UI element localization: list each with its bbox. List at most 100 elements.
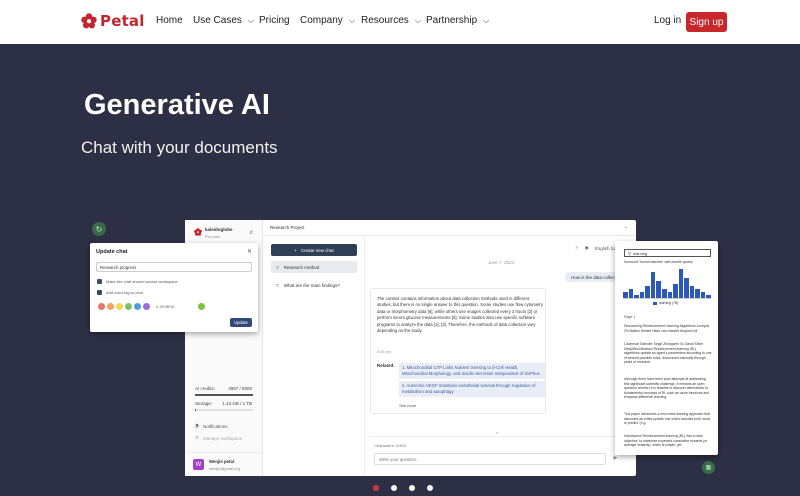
selected-color-swatch — [198, 303, 206, 310]
nav-company-label: Company — [300, 15, 343, 26]
bell-icon: 🕭 — [195, 423, 200, 428]
chat-bubble-icon: □ — [276, 282, 279, 288]
chevron-down-icon: ⌵ — [483, 15, 490, 25]
histogram-bar — [656, 280, 661, 298]
project-title: Research Project — [270, 225, 305, 230]
assistant-answer: The context contains information about d… — [370, 288, 546, 414]
chat-item-label: What are the main findings? — [283, 282, 340, 288]
carousel-dot[interactable] — [427, 485, 433, 491]
color-hex-value[interactable]: # 3D9B3D — [156, 304, 174, 309]
update-chat-modal: Update chat ✕ Make the chat shared acros… — [90, 243, 258, 332]
chat-toolbar: ✓ ◉ English (US) — [575, 245, 620, 251]
checkbox[interactable] — [97, 279, 102, 284]
chat-list: + Create new chat □ Research method □ What … — [263, 236, 365, 476]
ai-credits-bar — [195, 394, 253, 396]
workspace-logo-icon — [194, 228, 202, 236]
chevron-down-icon[interactable]: ⌄ — [624, 224, 628, 230]
logo[interactable]: Petal — [81, 12, 145, 30]
document-icon: ▦ — [702, 461, 715, 474]
chat-item-main-findings[interactable]: □ What are the main findings? — [271, 279, 357, 291]
related-item[interactable]: 2. Autocrine VEGF maintains endothelial … — [399, 381, 545, 397]
nav-use-cases[interactable]: Use Cases ⌵ — [193, 15, 254, 26]
carousel-dot[interactable] — [409, 485, 415, 491]
check-circle-icon[interactable]: ✓ — [575, 245, 579, 251]
color-tag-checkbox-label: Add color tag to chat — [106, 290, 143, 295]
chat-name-input[interactable] — [96, 262, 252, 272]
legend-swatch — [653, 301, 657, 305]
histogram-bar — [645, 286, 650, 298]
histogram-bar — [650, 271, 656, 298]
match-histogram — [623, 269, 711, 299]
nav-home-label: Home — [156, 15, 183, 26]
color-swatch[interactable] — [143, 303, 150, 310]
modal-title: Update chat — [96, 249, 128, 255]
hero-title: Generative AI — [84, 89, 270, 121]
color-swatch[interactable] — [125, 303, 132, 310]
histogram-bar — [700, 292, 706, 298]
avatar: W — [193, 459, 204, 470]
send-icon[interactable]: ➤ — [612, 454, 618, 462]
manage-workspace-link[interactable]: ⚙ Manage workspace — [195, 435, 242, 441]
workspace-plan: Pro plan — [205, 234, 220, 239]
document-search-input[interactable]: ⚲ learning — [624, 249, 711, 257]
histogram-bar — [673, 283, 678, 298]
nav-resources[interactable]: Resources ⌵ — [361, 15, 421, 26]
doc-paragraph: Although there have been prior attempts … — [624, 377, 709, 400]
chat-item-research-method[interactable]: □ Research method — [271, 261, 357, 273]
close-icon[interactable]: ✕ — [247, 248, 252, 255]
doc-paragraph: This paper introduces a new meta-learnin… — [624, 412, 710, 426]
chat-item-label: Research method — [283, 264, 320, 270]
storage-value: 1.43 GB / 1 TB — [222, 401, 252, 406]
answer-text: The context contains information about d… — [377, 296, 543, 334]
nav-company[interactable]: Company ⌵ — [300, 15, 355, 26]
see-more-link[interactable]: See more — [399, 403, 416, 408]
notifications-link[interactable]: 🕭 Notifications — [195, 422, 228, 430]
chat-date: June 7, 2023 — [488, 260, 515, 265]
page-label: Page 1 — [624, 315, 636, 319]
nav-pricing[interactable]: Pricing — [259, 15, 290, 26]
color-swatch[interactable] — [134, 303, 141, 310]
petal-logo-icon — [81, 13, 97, 29]
legend-label: learning (78) — [659, 301, 679, 305]
color-swatch[interactable] — [98, 303, 105, 310]
nav-partnership[interactable]: Partnership ⌵ — [426, 15, 489, 26]
color-swatch[interactable] — [116, 303, 123, 310]
user-email: wenjie@petal.org — [209, 466, 240, 471]
histogram-bar — [695, 289, 700, 298]
checkbox[interactable] — [97, 290, 102, 295]
carousel-dot[interactable] — [391, 485, 397, 491]
create-new-chat-button[interactable]: + Create new chat — [271, 244, 357, 256]
notifications-label: Notifications — [203, 423, 228, 429]
carousel-dots — [373, 485, 433, 491]
nav-resources-label: Resources — [361, 15, 409, 26]
share-checkbox-row[interactable]: Make the chat shared across workspace — [97, 279, 178, 284]
user-profile[interactable]: W Wenjie petal wenjie@petal.org — [185, 452, 263, 476]
carousel-dot[interactable] — [373, 485, 379, 491]
nav-home[interactable]: Home — [156, 15, 183, 26]
workspace-name[interactable]: kaleidoglobe — [205, 227, 233, 232]
chat-main: ✓ ◉ English (US) June 7, 2023 How is the… — [365, 236, 636, 476]
histogram-bar — [634, 295, 639, 298]
answer-time: 5:05 pm — [377, 349, 392, 354]
color-tag-checkbox-row[interactable]: Add color tag to chat — [97, 290, 143, 295]
question-input[interactable] — [374, 453, 606, 465]
top-nav: Petal Home Use Cases ⌵ Pricing Company ⌵ R… — [0, 0, 800, 44]
histogram-bar — [628, 289, 634, 298]
related-item[interactable]: 1. Mitochondrial CTP Links Nutrient Sens… — [399, 363, 545, 379]
search-icon: ⚲ — [628, 250, 631, 256]
signup-button[interactable]: Sign up — [686, 12, 727, 32]
color-swatches: # 3D9B3D — [98, 303, 206, 310]
document-panel: ⚲ learning Surround "found matches" with … — [615, 241, 718, 455]
doc-paragraph: Discovering Reinforcement Learning Algor… — [624, 324, 710, 333]
hero-subtitle: Chat with your documents — [81, 138, 278, 157]
histogram-bar — [678, 269, 684, 298]
login-link[interactable]: Log in — [654, 15, 681, 26]
doc-paragraph: Introduction Reinforcement learning (RL)… — [624, 434, 708, 448]
chevron-updown-icon[interactable]: ⇵ — [249, 230, 253, 236]
color-swatch[interactable] — [107, 303, 114, 310]
related-label: Related: — [377, 363, 395, 368]
share-checkbox-label: Make the chat shared across workspace — [106, 279, 178, 284]
user-name: Wenjie petal — [209, 459, 234, 464]
nav-use-cases-label: Use Cases — [193, 15, 242, 26]
update-button[interactable]: Update — [230, 318, 252, 327]
